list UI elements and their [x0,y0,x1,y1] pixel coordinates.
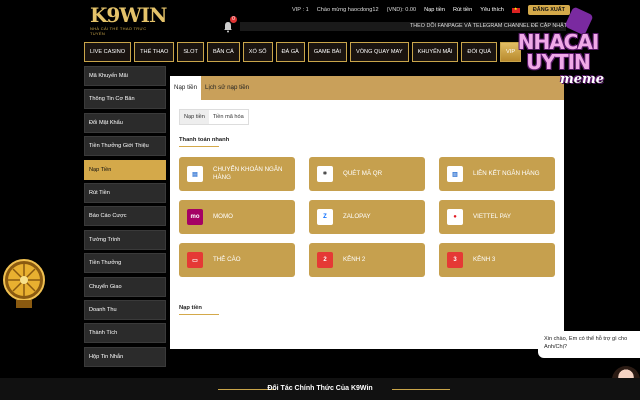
deposit-link[interactable]: Nạp tiền [424,7,445,13]
panel-tabs: Nạp tiền Lịch sử nạp tiền [170,76,564,100]
nav-item-2[interactable]: SLOT [177,42,204,62]
sidebar-item-1[interactable]: Thông Tin Cơ Bản [84,89,166,110]
vietnam-flag-icon[interactable] [511,6,520,13]
payment-method-label: LIÊN KẾT NGÂN HÀNG [473,170,540,177]
payment-method-label: MOMO [213,213,233,220]
payment-method-label: CHUYỂN KHOẢN NGÂN HÀNG [213,166,283,181]
footer-line-right [392,389,450,390]
bank-link-icon: ▥ [447,166,463,182]
nav-item-8[interactable]: KHUYẾN MÃI [411,42,459,62]
logo-text: K9WIN [90,3,167,27]
nav-item-0[interactable]: LIVE CASINO [84,42,132,62]
scratch-card-icon: ▭ [187,252,203,268]
greeting-text: Chào mừng haocdong12 [316,7,379,13]
sidebar-item-10[interactable]: Doanh Thu [84,299,166,320]
footer-title: Đối Tác Chính Thức Của K9Win [267,385,373,392]
nav-item-9[interactable]: ĐỔI QUÀ [461,42,498,62]
k9win-logo[interactable]: K9WIN NHÀ CÁI THỂ THAO TRỰC TUYẾN [90,3,167,36]
viettel-pay-icon: ● [447,209,463,225]
sidebar-item-8[interactable]: Tiền Thưởng [84,253,166,274]
sidebar-item-5[interactable]: Rút Tiền [84,182,166,203]
vip-level: VIP : 1 [292,7,309,13]
notification-badge: 0 [230,16,237,23]
momo-icon: mo [187,209,203,225]
payment-method-6[interactable]: ▭ THẺ CÀO [179,243,295,277]
sidebar-item-4[interactable]: Nạp Tiền [84,159,166,180]
sidebar-item-0[interactable]: Mã Khuyến Mãi [84,66,166,86]
favorite-link[interactable]: Yêu thích [480,7,504,13]
payment-method-label: THẺ CÀO [213,256,241,263]
payment-method-label: QUÉT MÃ QR [343,170,383,177]
nav-item-4[interactable]: XỔ SỐ [242,42,273,62]
nav-item-3[interactable]: BẮN CÁ [206,42,240,62]
nav-item-1[interactable]: THỂ THAO [134,42,175,62]
withdraw-link[interactable]: Rút tiền [453,7,472,13]
panel-tab-1[interactable]: Lịch sử nạp tiền [201,76,253,100]
sidebar-item-11[interactable]: Thành Tích [84,323,166,344]
watermark-line3: meme [560,72,605,87]
watermark-line2: UYTIN [526,50,591,74]
nhacaiuytin-watermark: NHACAI UYTIN meme [508,6,608,100]
payment-method-2[interactable]: ▥ LIÊN KẾT NGÂN HÀNG [439,157,555,191]
deposit-panel: Nạp tiền Lịch sử nạp tiền Nạp tiền Tiền mã… [170,76,564,349]
bank-transfer-icon: ▤ [187,166,203,182]
payment-method-0[interactable]: ▤ CHUYỂN KHOẢN NGÂN HÀNG [179,157,295,191]
footer: Đối Tác Chính Thức Của K9Win [0,378,640,400]
channel-2-icon: 2 [317,252,333,268]
deposit-section-title: Nạp tiền [179,305,202,311]
nav-item-7[interactable]: VÒNG QUAY MAY [349,42,409,62]
deposit-subtab-1[interactable]: Tiền mã hóa [209,110,248,124]
payment-method-4[interactable]: Z ZALOPAY [309,200,425,234]
sidebar-item-2[interactable]: Đổi Mật Khẩu [84,112,166,133]
sidebar-item-12[interactable]: Hộp Tin Nhắn [84,346,166,367]
quick-pay-underline [179,146,219,147]
qr-scan-icon: ⌗ [317,166,333,182]
channel-3-icon: 3 [447,252,463,268]
main-nav: LIVE CASINO THỂ THAO SLOT BẮN CÁ XỔ SỐ ĐÁ GÀ G… [84,42,564,62]
logout-button[interactable]: ĐĂNG XUẤT [527,5,570,15]
quick-pay-title: Thanh toán nhanh [179,137,230,143]
support-chat-bubble[interactable]: Xin chào, Em có thể hỗ trợ gì cho Anh/Ch… [538,331,640,358]
zalopay-icon: Z [317,209,333,225]
account-bar: VIP : 1 Chào mừng haocdong12 (VND): 0.00… [292,5,570,15]
sidebar-item-6[interactable]: Báo Cáo Cược [84,206,166,227]
lucky-wheel-icon[interactable] [2,258,46,310]
nav-item-6[interactable]: GAME BÀI [307,42,347,62]
sidebar-item-7[interactable]: Tường Trình [84,229,166,250]
payment-method-3[interactable]: mo MOMO [179,200,295,234]
deposit-section-underline [179,314,219,315]
deposit-subtab-0[interactable]: Nạp tiền [180,110,209,124]
payment-method-8[interactable]: 3 KÊNH 3 [439,243,555,277]
payment-method-5[interactable]: ● VIETTEL PAY [439,200,555,234]
payment-method-1[interactable]: ⌗ QUÉT MÃ QR [309,157,425,191]
panel-tab-0[interactable]: Nạp tiền [170,76,202,100]
payment-method-7[interactable]: 2 KÊNH 2 [309,243,425,277]
payment-method-label: KÊNH 2 [343,256,366,263]
deposit-subtabs: Nạp tiền Tiền mã hóa [179,109,249,125]
account-sidebar: Mã Khuyến Mãi Thông Tin Cơ Bản Đổi Mật Khẩ… [84,66,166,370]
bell-icon[interactable]: 0 [222,16,237,33]
payment-method-label: KÊNH 3 [473,256,496,263]
payment-method-label: ZALOPAY [343,213,371,220]
balance-text: (VND): 0.00 [386,7,417,13]
logo-tagline: NHÀ CÁI THỂ THAO TRỰC TUYẾN [90,26,147,36]
payment-method-label: VIETTEL PAY [473,213,512,220]
sidebar-item-9[interactable]: Chuyển Giao [84,276,166,297]
sidebar-item-3[interactable]: Tiền Thưởng Giới Thiệu [84,136,166,157]
nav-item-5[interactable]: ĐÁ GÀ [275,42,305,62]
